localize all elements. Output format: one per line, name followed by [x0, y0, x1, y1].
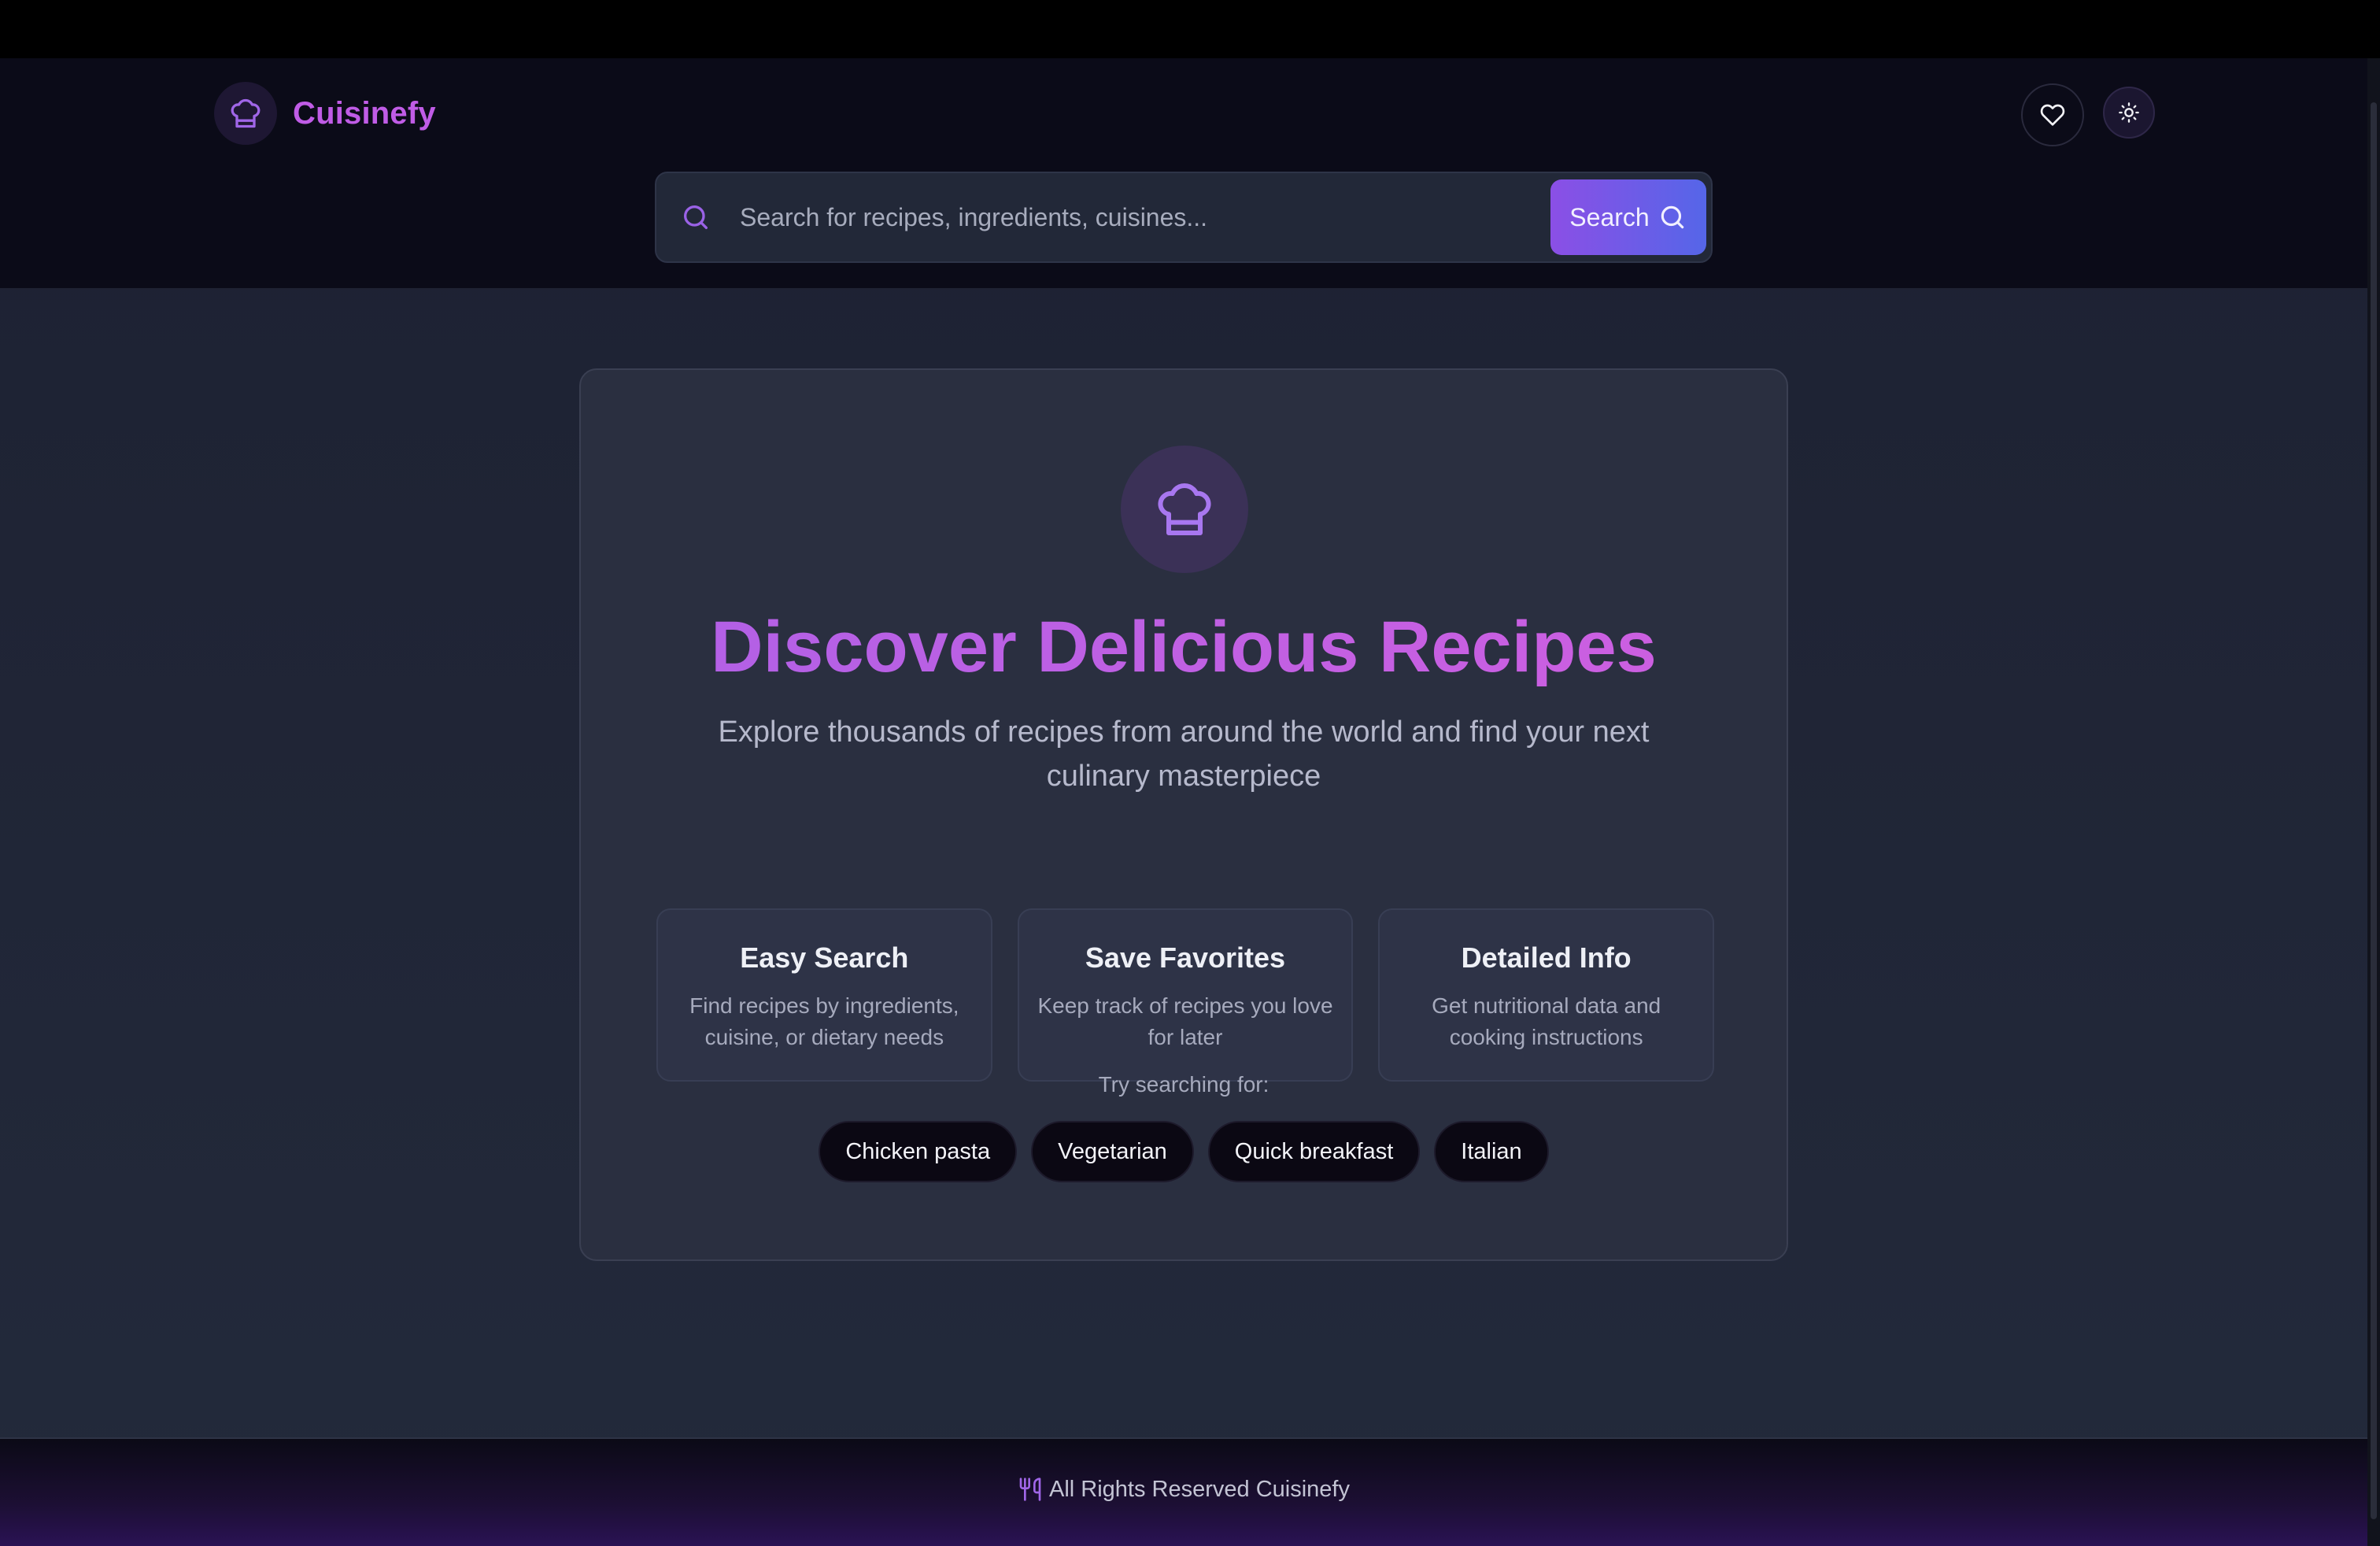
- search-input[interactable]: [740, 173, 1409, 261]
- site-header: Cuisinefy Search: [0, 58, 2367, 290]
- search-button-label: Search: [1569, 202, 1650, 231]
- feature-title: Detailed Info: [1461, 941, 1632, 974]
- app-root: Cuisinefy Search for recipes, ingredient…: [0, 58, 2367, 1546]
- feature-card-save-favorites: Save Favorites Keep track of recipes you…: [1017, 908, 1354, 1082]
- feature-description: Get nutritional data and cooking instruc…: [1432, 993, 1661, 1049]
- feature-description: Find recipes by ingredients, cuisine, or…: [689, 993, 959, 1049]
- suggestion-chip-quick-breakfast[interactable]: Quick breakfast: [1207, 1121, 1421, 1182]
- feature-card-easy-search: Easy Search Find recipes by ingredients,…: [656, 908, 992, 1082]
- feature-list: Easy Search Find recipes by ingredients,…: [656, 908, 1715, 1082]
- welcome-card: Discover Delicious Recipes Explore thous…: [579, 368, 1788, 1261]
- search-bar: Search: [655, 172, 1713, 263]
- search-icon: [680, 202, 711, 237]
- brand[interactable]: Cuisinefy: [214, 82, 436, 145]
- hero-subtitle: Explore thousands of recipes from around…: [718, 716, 1650, 793]
- footer-content: All Rights Reserved Cuisinefy: [1018, 1477, 1350, 1503]
- feature-card-detailed-info: Detailed Info Get nutritional data and c…: [1378, 908, 1715, 1082]
- chef-hat-icon: [1121, 446, 1248, 573]
- feature-title: Save Favorites: [1085, 941, 1286, 974]
- hero-title: Discover Delicious Recipes: [581, 606, 1787, 689]
- heart-icon: [2040, 104, 2065, 126]
- footer-text: All Rights Reserved Cuisinefy: [1049, 1476, 1350, 1502]
- suggestion-chip-italian[interactable]: Italian: [1434, 1121, 1549, 1182]
- scrollbar-thumb[interactable]: [2371, 102, 2377, 1519]
- scrollbar[interactable]: [2367, 58, 2380, 1546]
- suggestion-chips: Chicken pasta Vegetarian Quick breakfast…: [581, 1121, 1787, 1182]
- sun-icon: [2119, 102, 2139, 123]
- utensils-icon: [1019, 1478, 1041, 1501]
- feature-description: Keep track of recipes you love for later: [1037, 993, 1333, 1049]
- suggestion-chip-vegetarian[interactable]: Vegetarian: [1031, 1121, 1194, 1182]
- search-icon: [1661, 205, 1683, 229]
- feature-title: Easy Search: [740, 941, 909, 974]
- favorites-button[interactable]: [2021, 83, 2084, 146]
- suggestion-chip-chicken-pasta[interactable]: Chicken pasta: [819, 1121, 1018, 1182]
- brand-name: Cuisinefy: [293, 95, 436, 131]
- theme-toggle-button[interactable]: [2103, 87, 2155, 139]
- suggestions-label: Try searching for:: [1098, 1072, 1269, 1097]
- site-footer: All Rights Reserved Cuisinefy: [0, 1437, 2367, 1546]
- browser-top-bar: [0, 0, 2380, 58]
- search-button[interactable]: Search: [1550, 179, 1706, 255]
- chef-hat-icon: [214, 82, 277, 145]
